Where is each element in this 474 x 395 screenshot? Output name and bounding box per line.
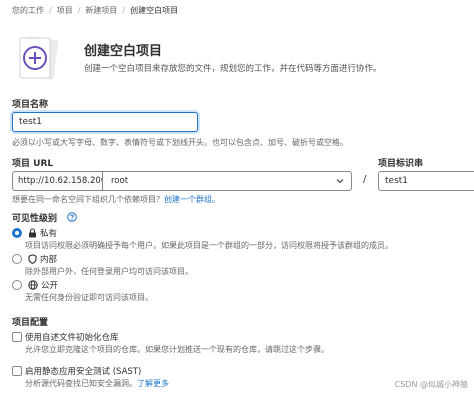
visibility-private-label: 私有 bbox=[40, 229, 58, 239]
group-help-text: 想要在同一命名空间下组织几个依赖项目？ bbox=[12, 195, 164, 204]
visibility-public-radio[interactable] bbox=[12, 280, 22, 290]
question-icon[interactable] bbox=[67, 212, 77, 222]
project-url-label: 项目 URL bbox=[12, 159, 54, 169]
blank-project-icon bbox=[19, 36, 59, 80]
visibility-private-option: 私有 bbox=[28, 227, 57, 239]
visibility-label: 可见性级别 bbox=[12, 214, 58, 224]
visibility-public-option: 公开 bbox=[28, 279, 58, 291]
sast-desc-row: 分析源代码查找已知安全漏洞。了解更多 bbox=[25, 378, 169, 389]
sast-label: 启用静态应用安全测试 (SAST) bbox=[25, 367, 142, 377]
project-config-label: 项目配置 bbox=[12, 318, 49, 328]
breadcrumb-separator: / bbox=[49, 6, 52, 15]
breadcrumb-current: 创建空白项目 bbox=[130, 6, 179, 15]
breadcrumb-separator: / bbox=[77, 6, 81, 15]
url-slash: / bbox=[363, 174, 367, 185]
shield-icon bbox=[28, 254, 37, 264]
project-slug-input[interactable]: test1 bbox=[378, 171, 474, 191]
watermark: CSDN @似城小神猿 bbox=[394, 380, 468, 389]
learn-more-link[interactable]: 了解更多 bbox=[137, 379, 169, 388]
page-title: 创建空白项目 bbox=[84, 44, 163, 59]
chevron-down-icon bbox=[336, 179, 344, 184]
breadcrumb: 您的工作 / 项目 / 新建项目 / 创建空白项目 bbox=[12, 5, 178, 16]
page-description: 创建一个空白项目来存放您的文件，规划您的工作，并在代码等方面进行协作。 bbox=[84, 64, 382, 74]
project-url-prefix: http://10.62.158.200/ bbox=[12, 171, 109, 191]
readme-label: 使用自述文件初始化仓库 bbox=[25, 333, 119, 343]
breadcrumb-projects[interactable]: 项目 bbox=[57, 5, 73, 16]
visibility-internal-label: 内部 bbox=[40, 255, 58, 265]
visibility-private-radio[interactable] bbox=[12, 228, 22, 238]
project-name-help: 必须以小写或大写字母、数字、表情符号或下划线开头。也可以包含点、加号、破折号或空… bbox=[12, 138, 348, 147]
project-name-label: 项目名称 bbox=[12, 100, 49, 110]
visibility-internal-radio[interactable] bbox=[12, 254, 22, 264]
visibility-public-desc: 无需任何身份验证即可访问该项目。 bbox=[25, 293, 153, 302]
visibility-private-desc: 项目访问权限必须明确授予每个用户。如果此项目是一个群组的一部分，访问权限将授予该… bbox=[25, 241, 393, 250]
readme-desc: 允许您立即克隆这个项目的仓库。如果您计划推送一个现有的仓库，请跳过这个步骤。 bbox=[25, 345, 329, 354]
sast-checkbox[interactable] bbox=[12, 366, 22, 376]
readme-checkbox[interactable] bbox=[12, 332, 22, 342]
namespace-value: root bbox=[111, 176, 129, 186]
breadcrumb-separator: / bbox=[122, 6, 126, 15]
breadcrumb-new-project[interactable]: 新建项目 bbox=[85, 5, 117, 16]
group-help: 想要在同一命名空间下组织几个依赖项目？创建一个群组。 bbox=[12, 194, 220, 205]
visibility-public-label: 公开 bbox=[41, 281, 59, 291]
breadcrumb-your-work[interactable]: 您的工作 bbox=[12, 5, 44, 16]
create-group-link[interactable]: 创建一个群组。 bbox=[164, 195, 220, 204]
globe-icon bbox=[28, 280, 38, 290]
project-name-input[interactable]: test1 bbox=[12, 112, 198, 132]
namespace-select[interactable]: root bbox=[102, 171, 352, 191]
visibility-internal-option: 内部 bbox=[28, 253, 57, 265]
sast-desc: 分析源代码查找已知安全漏洞。 bbox=[25, 379, 137, 388]
lock-icon bbox=[29, 228, 36, 238]
project-slug-label: 项目标识串 bbox=[378, 159, 424, 169]
visibility-internal-desc: 除外部用户外，任何登录用户均可访问该项目。 bbox=[25, 267, 193, 276]
